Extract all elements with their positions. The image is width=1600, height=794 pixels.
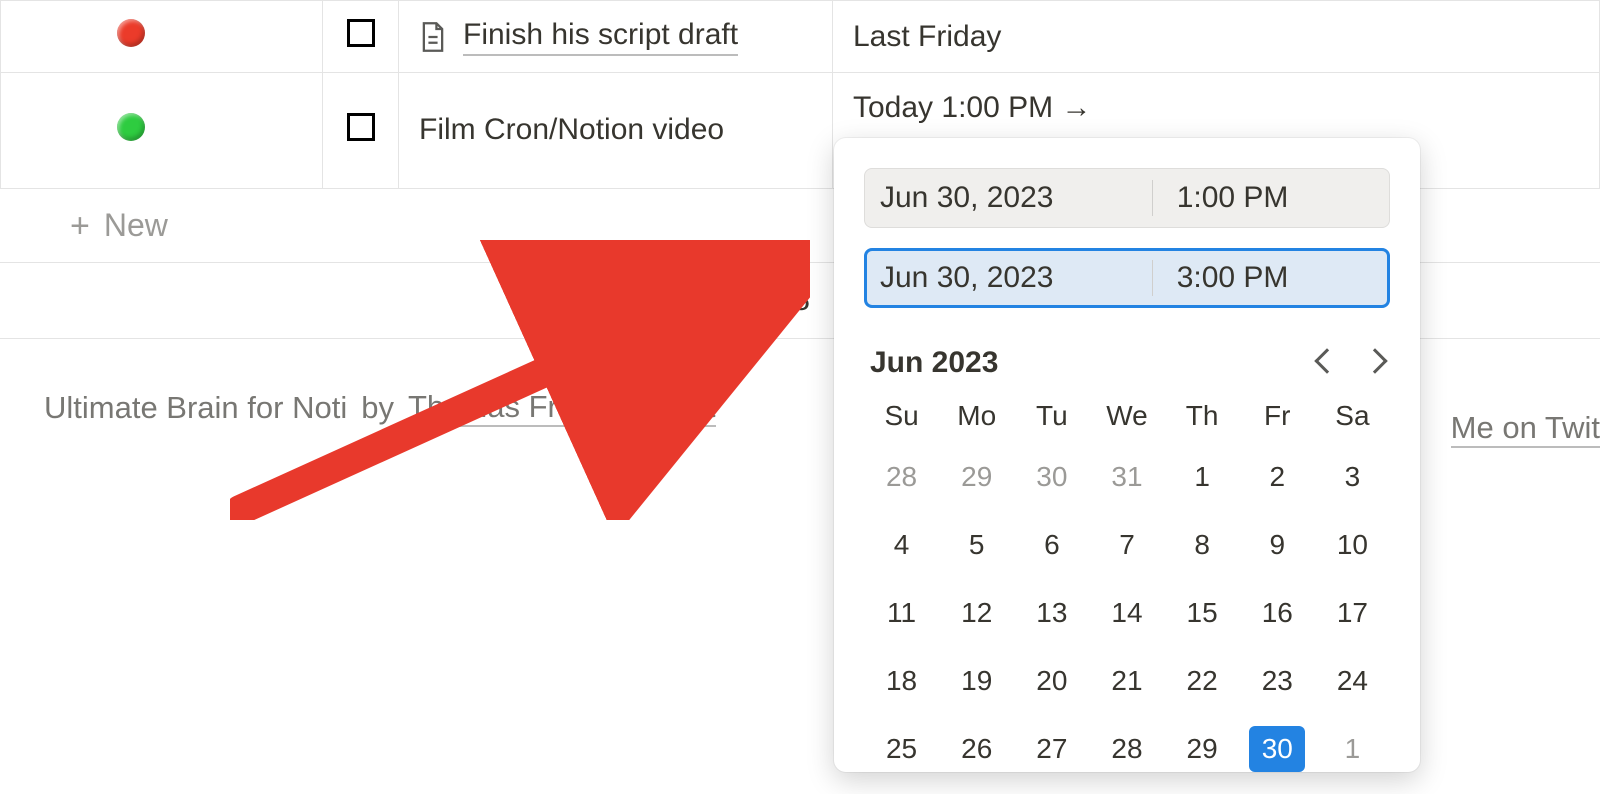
date-cell[interactable]: Last Friday	[833, 1, 1600, 73]
calendar-day[interactable]: 6	[1014, 522, 1089, 568]
chevron-right-icon	[1362, 348, 1387, 373]
field-divider	[1152, 260, 1153, 296]
end-date: Jun 30, 2023	[880, 261, 1152, 295]
calendar-day[interactable]: 29	[939, 454, 1014, 500]
count-value: 8	[792, 281, 810, 318]
calendar-day[interactable]: 20	[1014, 658, 1089, 704]
calendar-day[interactable]: 30	[1249, 726, 1305, 772]
calendar-day[interactable]: 5	[939, 522, 1014, 568]
status-dot-cell[interactable]	[1, 1, 323, 73]
calendar-day[interactable]: 13	[1014, 590, 1089, 636]
calendar-dow: Mo	[939, 400, 1014, 432]
footer-author-link[interactable]: Thomas Frank	[408, 389, 608, 427]
calendar-day[interactable]: 17	[1315, 590, 1390, 636]
calendar-day[interactable]: 21	[1089, 658, 1164, 704]
task-cell[interactable]: Film Cron/Notion video	[399, 73, 833, 189]
calendar-day[interactable]: 29	[1165, 726, 1240, 772]
start-datetime-field[interactable]: Jun 30, 2023 1:00 PM	[864, 168, 1390, 228]
plus-icon: +	[70, 209, 90, 243]
checkbox-cell[interactable]	[323, 1, 399, 73]
calendar-day[interactable]: 11	[864, 590, 939, 636]
next-month-button[interactable]	[1366, 352, 1384, 375]
calendar-day[interactable]: 24	[1315, 658, 1390, 704]
calendar-dow: Fr	[1240, 400, 1315, 432]
checkbox-icon[interactable]	[347, 113, 375, 141]
calendar-day[interactable]: 19	[939, 658, 1014, 704]
field-divider	[1152, 180, 1153, 216]
task-cell[interactable]: Finish his script draft	[399, 1, 833, 73]
status-dot-cell[interactable]	[1, 73, 323, 189]
calendar-day[interactable]: 30	[1014, 454, 1089, 500]
calendar-day[interactable]: 8	[1165, 522, 1240, 568]
date-text: Today 1:00 PM →	[853, 91, 1091, 124]
count-label: T	[762, 281, 780, 315]
calendar-day[interactable]: 14	[1089, 590, 1164, 636]
calendar-day[interactable]: 28	[1089, 726, 1164, 772]
calendar-dow: Th	[1165, 400, 1240, 432]
calendar-dow: Tu	[1014, 400, 1089, 432]
status-dot-green	[117, 113, 145, 141]
calendar-header: Jun 2023	[864, 328, 1390, 400]
chevron-left-icon	[1314, 348, 1339, 373]
calendar-dow: Su	[864, 400, 939, 432]
document-icon	[419, 21, 447, 53]
calendar-day[interactable]: 7	[1089, 522, 1164, 568]
calendar-day[interactable]: 12	[939, 590, 1014, 636]
calendar-day[interactable]: 15	[1165, 590, 1240, 636]
prev-month-button[interactable]	[1318, 352, 1336, 375]
footer-by: by	[361, 390, 394, 426]
calendar-day[interactable]: 16	[1240, 590, 1315, 636]
calendar-day[interactable]: 26	[939, 726, 1014, 772]
footer-twitter-link[interactable]: Me on Twit	[1451, 410, 1600, 448]
date-picker-popover[interactable]: Jun 30, 2023 1:00 PM Jun 30, 2023 3:00 P…	[834, 138, 1420, 772]
date-text: Last Friday	[853, 20, 1001, 53]
calendar-day[interactable]: 3	[1315, 454, 1390, 500]
start-time: 1:00 PM	[1177, 181, 1374, 215]
footer-separator: |	[636, 390, 644, 426]
status-dot-red	[117, 19, 145, 47]
new-row-label: New	[104, 207, 168, 244]
end-datetime-field[interactable]: Jun 30, 2023 3:00 PM	[864, 248, 1390, 308]
calendar-day[interactable]: 31	[1089, 454, 1164, 500]
calendar-day[interactable]: 10	[1315, 522, 1390, 568]
calendar-day[interactable]: 18	[864, 658, 939, 704]
calendar-day[interactable]: 25	[864, 726, 939, 772]
calendar-month-label: Jun 2023	[870, 346, 998, 380]
calendar-day[interactable]: 1	[1315, 726, 1390, 772]
calendar-day[interactable]: 22	[1165, 658, 1240, 704]
calendar-day[interactable]: 23	[1240, 658, 1315, 704]
task-title: Finish his script draft	[463, 18, 738, 56]
footer-prefix: Ultimate Brain for Noti	[44, 390, 347, 426]
end-time: 3:00 PM	[1177, 261, 1374, 295]
start-date: Jun 30, 2023	[880, 181, 1152, 215]
table-row[interactable]: Finish his script draft Last Friday	[1, 1, 1600, 73]
calendar-day[interactable]: 28	[864, 454, 939, 500]
calendar-grid: SuMoTuWeThFrSa28293031123456789101112131…	[864, 400, 1390, 772]
footer-tutorial-link[interactable]: Tut	[672, 389, 716, 427]
calendar-dow: We	[1089, 400, 1164, 432]
task-title: Film Cron/Notion video	[419, 113, 724, 149]
calendar-day[interactable]: 27	[1014, 726, 1089, 772]
calendar-day[interactable]: 9	[1240, 522, 1315, 568]
calendar-day[interactable]: 4	[864, 522, 939, 568]
calendar-day[interactable]: 1	[1165, 454, 1240, 500]
checkbox-icon[interactable]	[347, 19, 375, 47]
calendar-dow: Sa	[1315, 400, 1390, 432]
calendar-day[interactable]: 2	[1240, 454, 1315, 500]
checkbox-cell[interactable]	[323, 73, 399, 189]
